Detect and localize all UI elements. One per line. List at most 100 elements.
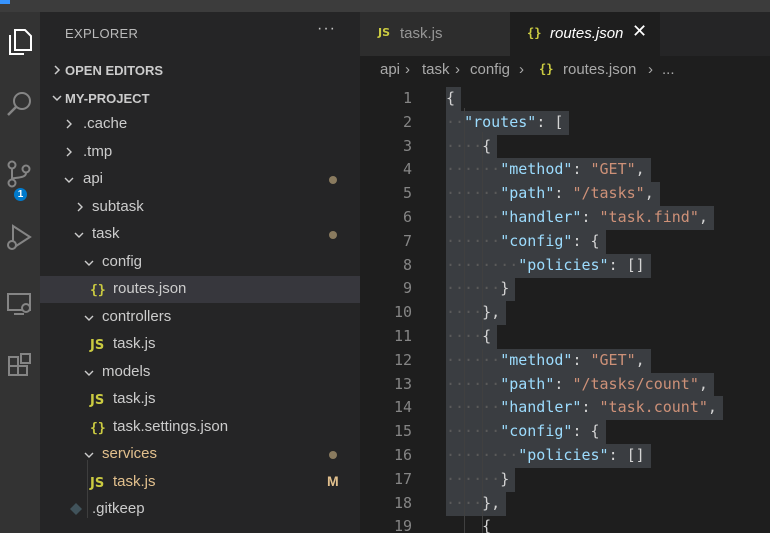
remote-explorer-icon[interactable] — [0, 284, 40, 324]
code-line: 5 ······"path": "/tasks", — [360, 182, 770, 207]
open-editors-section[interactable]: OPEN EDITORS — [40, 58, 360, 82]
code-text: { — [482, 517, 492, 533]
tree-item-tmp[interactable]: .tmp — [40, 139, 360, 166]
tree-item-label: .gitkeep — [92, 500, 145, 517]
breadcrumb-item[interactable]: config — [470, 61, 510, 78]
tree-item-label: controllers — [102, 308, 172, 325]
search-icon[interactable] — [0, 84, 40, 124]
tree-item-label: api — [83, 170, 104, 187]
tab-routes-json[interactable]: {} routes.json ✕ — [510, 12, 660, 56]
code-text: ······"method": "GET", — [446, 350, 645, 369]
tree-item-services-task-js[interactable]: JS task.js M — [40, 469, 360, 496]
code-line: 3 ····{ — [360, 134, 770, 159]
chevron-right-icon: › — [519, 61, 524, 78]
code-text: ······"handler": "task.count", — [446, 398, 717, 417]
code-text: ····{ — [446, 327, 492, 345]
tree-item-routes-json[interactable]: {} routes.json — [40, 276, 360, 303]
tree-item-label: models — [102, 363, 151, 380]
indent-guide — [482, 349, 483, 533]
indent-guide — [464, 108, 465, 533]
editor-tabs: JS task.js {} routes.json ✕ — [360, 12, 770, 56]
tab-label: routes.json — [550, 25, 624, 42]
explorer-icon[interactable] — [0, 22, 40, 62]
line-number: 10 — [393, 303, 412, 322]
line-number: 7 — [402, 231, 412, 250]
line-number: 14 — [393, 398, 412, 417]
breadcrumb-item[interactable]: api — [380, 61, 400, 78]
more-actions-icon[interactable]: ··· — [317, 20, 336, 38]
code-text: ······"path": "/tasks", — [446, 184, 654, 203]
tree-item-controllers[interactable]: controllers — [40, 304, 360, 331]
line-number: 13 — [393, 374, 412, 393]
chevron-right-icon — [64, 118, 74, 133]
tree-item-label: task — [92, 225, 120, 242]
code-line: 2 ··"routes": [ — [360, 110, 770, 135]
line-number: 11 — [393, 327, 412, 345]
tree-item-controllers-task-js[interactable]: JS task.js — [40, 331, 360, 358]
explorer-title: EXPLORER — [65, 26, 139, 41]
tree-item-label: .cache — [83, 115, 128, 132]
modified-dot — [329, 231, 337, 239]
line-number: 18 — [393, 493, 412, 512]
code-line: 9 ······} — [360, 277, 770, 302]
code-text: ····}, — [446, 493, 501, 512]
chevron-down-icon — [73, 228, 85, 243]
breadcrumb-item[interactable]: ... — [662, 61, 675, 78]
tree-item-label: routes.json — [113, 280, 187, 297]
chevron-right-icon — [52, 63, 62, 78]
code-text: ······"handler": "task.find", — [446, 208, 708, 226]
extensions-icon[interactable] — [0, 347, 40, 387]
tree-item-label: task.js — [113, 390, 156, 407]
tree-item-services[interactable]: services — [40, 441, 360, 468]
tree-item-task[interactable]: task — [40, 221, 360, 248]
code-line: 14 ······"handler": "task.count", — [360, 396, 770, 421]
code-line: 6 ······"handler": "task.find", — [360, 206, 770, 230]
js-file-icon: JS — [378, 26, 391, 39]
code-text: { — [446, 89, 456, 107]
tree-item-cache[interactable]: .cache — [40, 111, 360, 138]
tree-item-subtask[interactable]: subtask — [40, 194, 360, 221]
json-file-icon: {} — [90, 283, 106, 298]
code-line: 16 ········"policies": [] — [360, 444, 770, 468]
tree-item-models[interactable]: models — [40, 359, 360, 386]
run-debug-icon[interactable] — [0, 217, 40, 257]
code-text: ······} — [446, 279, 510, 298]
chevron-right-icon: › — [405, 61, 410, 78]
modified-dot — [329, 176, 337, 184]
activity-bar: 1 — [0, 12, 40, 533]
explorer-sidebar: EXPLORER ··· OPEN EDITORS MY-PROJECT .ca… — [40, 12, 360, 533]
code-line: 18 ····}, — [360, 491, 770, 516]
modified-dot — [329, 451, 337, 459]
code-line: 7 ······"config": { — [360, 229, 770, 254]
chevron-down-icon — [83, 448, 95, 463]
tree-item-models-task-js[interactable]: JS task.js — [40, 386, 360, 413]
tree-item-gitkeep[interactable]: .gitkeep — [40, 496, 360, 523]
code-text: ······"method": "GET", — [446, 160, 645, 179]
js-file-icon: JS — [90, 338, 105, 353]
tab-label: task.js — [400, 25, 443, 42]
js-file-icon: JS — [90, 476, 105, 491]
code-editor[interactable]: 1{2 ··"routes": [3 ····{4 ······"method": "… — [360, 84, 770, 533]
chevron-down-icon — [83, 311, 95, 326]
tree-item-label: .tmp — [83, 143, 113, 160]
breadcrumb-item[interactable]: task — [422, 61, 450, 78]
code-line: 12 ······"method": "GET", — [360, 348, 770, 373]
code-line: 15 ······"config": { — [360, 420, 770, 445]
chevron-down-icon — [83, 256, 95, 271]
line-number: 17 — [393, 469, 412, 488]
chevron-down-icon — [83, 366, 95, 381]
line-number: 12 — [393, 350, 412, 369]
tree-item-task-settings-json[interactable]: {} task.settings.json — [40, 414, 360, 441]
close-icon[interactable]: ✕ — [632, 21, 647, 42]
js-file-icon: JS — [90, 393, 105, 408]
tree-item-label: task.js — [113, 473, 156, 490]
json-file-icon: {} — [90, 421, 106, 436]
project-section[interactable]: MY-PROJECT — [40, 86, 360, 110]
breadcrumb-item[interactable]: routes.json — [563, 61, 636, 78]
line-number: 2 — [402, 112, 412, 131]
tree-item-config[interactable]: config — [40, 249, 360, 276]
tree-item-api[interactable]: api — [40, 166, 360, 193]
git-file-icon — [70, 503, 82, 518]
line-number: 4 — [402, 160, 412, 179]
tab-task-js[interactable]: JS task.js — [360, 12, 510, 56]
